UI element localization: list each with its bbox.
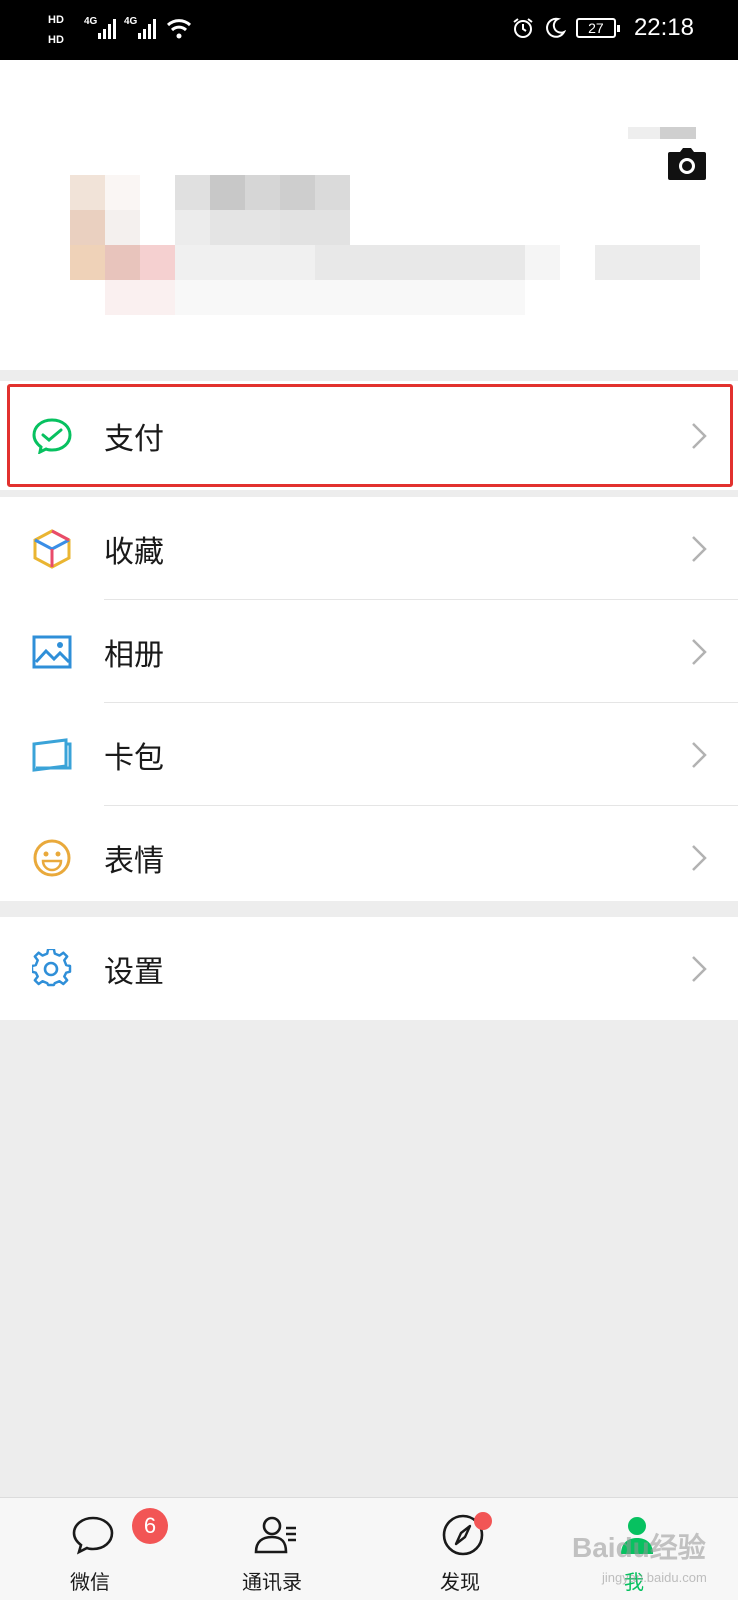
hd-indicator: HD HD xyxy=(48,14,64,46)
chevron-right-icon xyxy=(692,955,707,982)
menu-label-card-wallet: 卡包 xyxy=(104,740,164,776)
camera-icon[interactable] xyxy=(668,148,706,180)
wechat-pay-icon xyxy=(32,416,72,456)
menu-item-album[interactable]: 相册 xyxy=(0,600,738,703)
profile-header[interactable] xyxy=(0,60,738,370)
chat-bubble-icon xyxy=(72,1516,114,1555)
menu-label-settings: 设置 xyxy=(104,954,164,990)
signal-icon xyxy=(138,19,156,39)
tab-discover[interactable]: 发现 xyxy=(400,1498,520,1600)
menu-label-favorites: 收藏 xyxy=(104,534,164,570)
pay-group: 支付 xyxy=(0,381,738,490)
menu-item-card-wallet[interactable]: 卡包 xyxy=(0,703,738,806)
menu-item-settings[interactable]: 设置 xyxy=(0,917,738,1020)
network-4g-2: 4G xyxy=(124,16,138,27)
wifi-icon xyxy=(166,19,192,39)
clock: 22:18 xyxy=(633,14,694,41)
menu-item-stickers[interactable]: 表情 xyxy=(0,806,738,909)
tab-label-chats: 微信 xyxy=(70,1570,110,1594)
unread-badge: 6 xyxy=(132,1508,168,1544)
chevron-right-icon xyxy=(692,741,707,768)
chevron-right-icon xyxy=(692,844,707,871)
favorites-cube-icon xyxy=(32,528,72,569)
menu-label-stickers: 表情 xyxy=(104,843,164,879)
menu-label-album: 相册 xyxy=(104,637,164,673)
network-4g-1: 4G xyxy=(84,16,98,27)
menu-label-pay: 支付 xyxy=(104,421,164,457)
album-icon xyxy=(32,632,72,672)
chevron-right-icon xyxy=(692,638,707,665)
watermark-logo: Baidu经验 xyxy=(572,1532,706,1563)
chevron-right-icon xyxy=(692,422,707,449)
tab-chats[interactable]: 6 微信 xyxy=(30,1498,168,1600)
contacts-icon xyxy=(254,1516,296,1554)
tab-label-contacts: 通讯录 xyxy=(242,1570,302,1594)
main-menu-group: 收藏 相册 卡包 表情 xyxy=(0,497,738,901)
status-right: 27 22:18 xyxy=(512,14,694,42)
tab-contacts[interactable]: 通讯录 xyxy=(212,1498,332,1600)
card-wallet-icon xyxy=(32,735,72,775)
menu-item-favorites[interactable]: 收藏 xyxy=(0,497,738,600)
battery-indicator: 27 xyxy=(575,18,620,38)
gear-icon xyxy=(32,948,72,989)
menu-item-pay[interactable]: 支付 xyxy=(0,381,738,490)
chevron-right-icon xyxy=(692,535,707,562)
watermark-url: jingyan.baidu.com xyxy=(602,1570,707,1585)
tab-label-discover: 发现 xyxy=(440,1570,480,1594)
smiley-icon xyxy=(32,838,72,878)
status-bar: HD HD 4G 4G 27 22:18 xyxy=(0,0,738,60)
signal-icon xyxy=(98,19,116,39)
notification-dot xyxy=(474,1512,492,1530)
moon-icon xyxy=(546,17,566,38)
settings-group: 设置 xyxy=(0,917,738,1020)
alarm-icon xyxy=(513,18,533,38)
